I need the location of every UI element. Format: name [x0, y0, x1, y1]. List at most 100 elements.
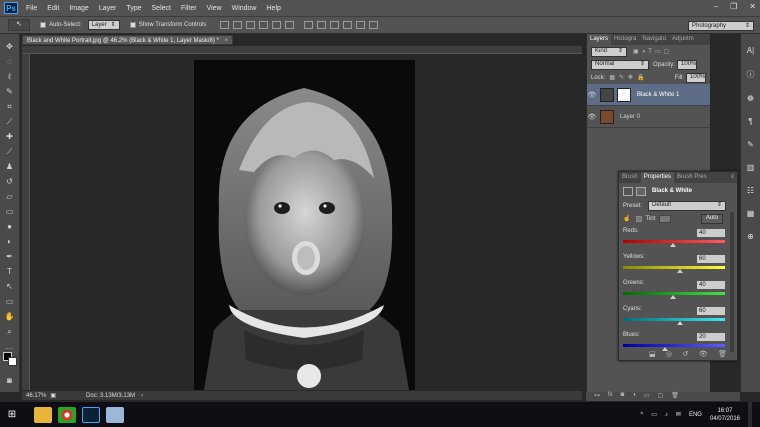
clip-to-layer-icon[interactable]: ⬓ [649, 350, 656, 358]
tab-histogram[interactable]: Histogra [611, 34, 639, 45]
distribute-bottom-icon[interactable] [330, 21, 340, 29]
align-right-icon[interactable] [285, 21, 295, 29]
slider-value-input[interactable]: 40 [697, 281, 725, 289]
styles-icon[interactable]: ⊕ [747, 232, 754, 241]
auto-button[interactable]: Auto [701, 213, 723, 224]
lasso-tool-icon[interactable]: ℓ [4, 72, 16, 81]
layer-name[interactable]: Black & White 1 [637, 92, 679, 98]
zoom-level[interactable]: 46.17% [26, 393, 46, 399]
file-explorer-icon[interactable] [34, 406, 52, 423]
distribute-middle-icon[interactable] [317, 21, 327, 29]
history-icon[interactable]: ❁ [747, 94, 754, 103]
move-tool-preset[interactable]: ↖ [8, 19, 30, 31]
slider-track[interactable] [623, 318, 725, 321]
new-layer-icon[interactable]: ▢ [658, 392, 664, 401]
dodge-tool-icon[interactable]: ◐ [4, 237, 16, 246]
hand-tool-icon[interactable]: ✋ [4, 312, 16, 321]
fill-input[interactable]: 100% [686, 72, 706, 83]
targeted-adjust-icon[interactable]: ☝ [623, 215, 630, 222]
show-transform-checkbox[interactable]: Show Transform Controls [129, 22, 206, 28]
start-button[interactable]: ⊞ [0, 402, 24, 427]
tab-properties[interactable]: Properties [640, 172, 675, 183]
layer-style-icon[interactable]: fx [608, 392, 613, 401]
opacity-input[interactable]: 100% [677, 59, 698, 70]
align-left-icon[interactable] [259, 21, 269, 29]
adjustment-icon[interactable] [623, 186, 633, 196]
slider-handle[interactable] [677, 321, 684, 325]
lock-icons[interactable]: ▦✎✥🔒 [609, 74, 648, 81]
add-mask-icon[interactable]: ◙ [621, 392, 625, 401]
brush-tool-icon[interactable]: ⟋ [4, 147, 16, 156]
menu-layer[interactable]: Layer [99, 5, 117, 12]
network-icon[interactable]: ▭ [651, 411, 657, 418]
chevron-right-icon[interactable]: › [141, 393, 143, 399]
paragraph-icon[interactable]: ¶ [748, 117, 752, 126]
mask-icon[interactable] [636, 186, 646, 196]
notification-icon[interactable]: ✉ [676, 411, 681, 418]
align-top-icon[interactable] [220, 21, 230, 29]
blur-tool-icon[interactable]: ● [4, 222, 16, 231]
preset-dropdown[interactable]: Default ⇕ [648, 200, 727, 211]
distribute-center-icon[interactable] [356, 21, 366, 29]
brush-panel-icon[interactable]: ✎ [747, 140, 754, 149]
swatches-icon[interactable]: ▦ [747, 209, 755, 218]
reset-icon[interactable]: ↺ [683, 350, 689, 358]
tab-adjustments[interactable]: Adjustm [669, 34, 697, 45]
new-adjustment-icon[interactable]: ◑ [632, 392, 636, 401]
app-icon[interactable] [106, 406, 124, 423]
quick-select-tool-icon[interactable]: ✎ [4, 87, 16, 96]
tint-checkbox[interactable] [636, 215, 643, 222]
document-tab[interactable]: Black and White Portrait.jpg @ 46.2% (Bl… [22, 35, 234, 45]
workspace-dropdown[interactable]: Photography ⇕ [688, 21, 754, 31]
slider-handle[interactable] [669, 243, 676, 247]
filter-type-icons[interactable]: ▣◑T▭▢ [633, 48, 672, 55]
show-desktop-button[interactable] [748, 402, 752, 427]
quick-mask-icon[interactable]: ◙ [4, 376, 16, 385]
chrome-icon[interactable] [58, 406, 76, 423]
align-middle-icon[interactable] [233, 21, 243, 29]
path-selection-tool-icon[interactable]: ↖ [4, 282, 16, 291]
menu-image[interactable]: Image [69, 5, 88, 12]
tab-brush[interactable]: Brush [619, 172, 641, 183]
auto-select-checkbox[interactable]: Auto-Select: [40, 22, 82, 28]
marquee-tool-icon[interactable]: ◌ [4, 57, 16, 66]
align-bottom-icon[interactable] [246, 21, 256, 29]
slider-handle[interactable] [669, 295, 676, 299]
panel-menu-icon[interactable]: ≡ [727, 172, 737, 183]
slider-track[interactable] [623, 344, 725, 347]
slider-handle[interactable] [677, 269, 684, 273]
pen-tool-icon[interactable]: ✒ [4, 252, 16, 261]
document-canvas-photo[interactable] [194, 60, 415, 390]
minimize-button[interactable]: – [714, 2, 718, 11]
maximize-button[interactable]: ❐ [730, 2, 737, 11]
slider-value-input[interactable]: 20 [697, 333, 725, 341]
delete-layer-icon[interactable]: 🗑 [671, 392, 679, 401]
character-panel-icon[interactable]: A| [747, 46, 754, 55]
history-brush-tool-icon[interactable]: ↺ [4, 177, 16, 186]
slider-track[interactable] [623, 266, 725, 269]
distribute-right-icon[interactable] [369, 21, 379, 29]
properties-scrollbar[interactable] [730, 212, 734, 352]
canvas-area[interactable] [31, 55, 581, 390]
volume-icon[interactable]: ♪ [665, 412, 668, 418]
tint-swatch[interactable] [659, 214, 672, 223]
clock[interactable]: 16:07 04/07/2016 [710, 407, 740, 423]
zoom-tool-icon[interactable]: ⌕ [4, 327, 16, 336]
new-group-icon[interactable]: ▭ [644, 392, 650, 401]
link-layers-icon[interactable]: ⊶ [594, 392, 600, 401]
slider-value-input[interactable]: 60 [697, 255, 725, 263]
layer-row[interactable]: 👁 Layer 0 [587, 106, 710, 128]
photoshop-taskbar-icon[interactable] [82, 406, 100, 423]
menu-filter[interactable]: Filter [181, 5, 197, 12]
slider-value-input[interactable]: 40 [697, 229, 725, 237]
menu-type[interactable]: Type [126, 5, 141, 12]
language-indicator[interactable]: ENG [689, 412, 702, 418]
more-tools-icon[interactable]: … [4, 342, 16, 351]
eye-icon[interactable]: 👁 [587, 91, 597, 99]
tab-layers[interactable]: Layers [587, 34, 612, 45]
layer-name[interactable]: Layer 0 [620, 114, 640, 120]
menu-file[interactable]: File [26, 5, 37, 12]
crop-tool-icon[interactable]: ⌗ [4, 102, 16, 111]
background-color-swatch[interactable] [8, 357, 17, 366]
move-tool-icon[interactable]: ✥ [4, 42, 16, 51]
